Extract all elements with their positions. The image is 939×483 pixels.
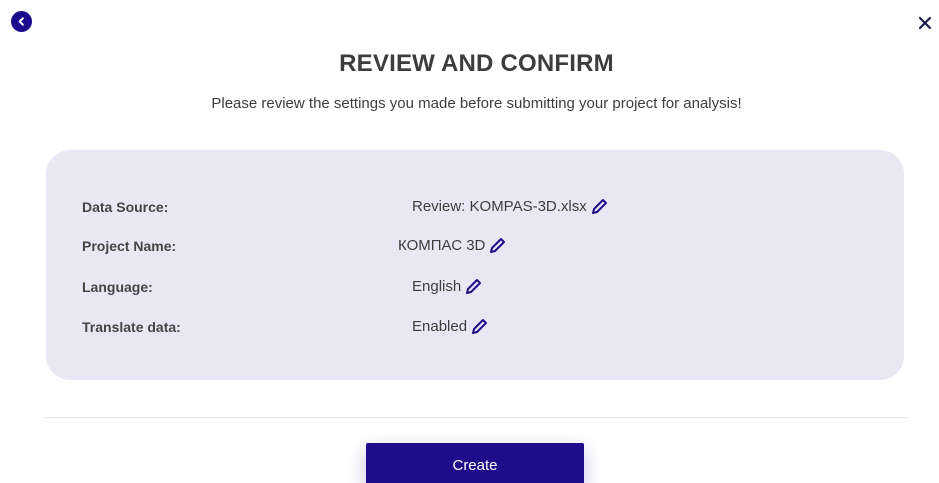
translate-data-value: Enabled — [412, 318, 468, 335]
summary-row-translate-data: Translate data: Enabled — [46, 316, 904, 338]
review-confirm-dialog: REVIEW AND CONFIRM Please review the set… — [0, 0, 939, 483]
create-button[interactable]: Create — [366, 443, 584, 483]
divider — [44, 417, 908, 418]
chevron-left-icon — [18, 17, 24, 26]
data-source-value: Review: KOMPAS-3D.xlsx — [412, 198, 587, 215]
language-value: English — [412, 278, 462, 295]
language-label: Language: — [82, 279, 153, 295]
summary-row-project-name: Project Name: КОМПАС 3D — [46, 235, 904, 257]
edit-project-name-pencil-icon[interactable] — [487, 236, 507, 256]
page-title: REVIEW AND CONFIRM — [339, 50, 614, 77]
project-name-value: КОМПАС 3D — [398, 237, 486, 254]
back-button[interactable] — [11, 11, 32, 32]
edit-translate-data-pencil-icon[interactable] — [469, 317, 489, 337]
close-button[interactable] — [916, 14, 934, 32]
edit-data-source-pencil-icon[interactable] — [589, 197, 609, 217]
page-subtitle: Please review the settings you made befo… — [211, 95, 742, 112]
translate-data-value-group: Enabled — [412, 316, 489, 338]
data-source-value-group: Review: KOMPAS-3D.xlsx — [412, 196, 609, 218]
summary-row-language: Language: English — [46, 276, 904, 298]
data-source-label: Data Source: — [82, 199, 169, 215]
project-name-label: Project Name: — [82, 238, 177, 254]
settings-summary-card: Data Source: Review: KOMPAS-3D.xlsx Proj… — [46, 150, 904, 380]
language-value-group: English — [412, 276, 483, 298]
summary-row-data-source: Data Source: Review: KOMPAS-3D.xlsx — [46, 196, 904, 218]
translate-data-label: Translate data: — [82, 319, 181, 335]
close-icon — [918, 16, 932, 30]
project-name-value-group: КОМПАС 3D — [398, 235, 507, 257]
edit-language-pencil-icon[interactable] — [463, 277, 483, 297]
